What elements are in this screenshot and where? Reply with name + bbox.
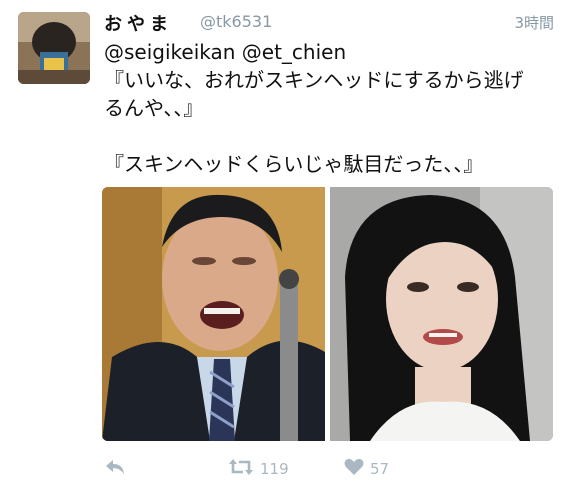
retweet-button[interactable]: 119 — [228, 458, 289, 480]
retweet-icon — [228, 458, 254, 480]
tweet-header: おやま @tk6531 3時間 — [104, 10, 554, 35]
tweet-media[interactable] — [102, 187, 553, 441]
like-count: 57 — [370, 460, 390, 478]
avatar-image — [18, 12, 90, 84]
photo-woman[interactable] — [330, 187, 553, 441]
reply-arrow-icon — [104, 458, 126, 480]
tweet-text: @seigikeikan @et_chien 『いいな、おれがスキンヘッドにする… — [104, 38, 559, 178]
tweet-text-line — [104, 122, 559, 150]
timestamp[interactable]: 3時間 — [514, 12, 554, 33]
tweet-text-line: 『スキンヘッドくらいじゃ駄目だった、、』 — [104, 152, 484, 176]
like-button[interactable]: 57 — [344, 458, 389, 480]
tweet-text-line: るんや、、』 — [104, 96, 204, 120]
reply-button[interactable] — [104, 458, 126, 480]
display-name[interactable]: おやま — [104, 10, 173, 36]
heart-icon — [344, 458, 364, 480]
user-handle[interactable]: @tk6531 — [200, 12, 272, 31]
tweet-text-line: 『いいな、おれがスキンヘッドにするから逃げ — [104, 68, 524, 92]
photo-crying-man[interactable] — [102, 187, 325, 441]
tweet-text-line: @seigikeikan @et_chien — [104, 40, 347, 64]
retweet-count: 119 — [260, 460, 289, 478]
avatar[interactable] — [18, 12, 90, 84]
tweet-actions: 119 57 — [104, 458, 544, 488]
